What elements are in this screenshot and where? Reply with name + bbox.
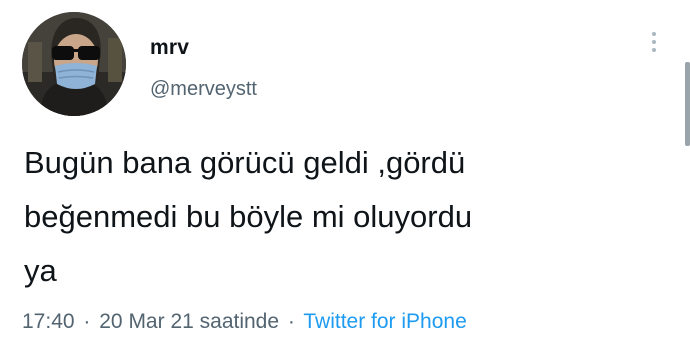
display-name[interactable]: mrv <box>150 36 189 60</box>
tweet-text: Bugün bana görücü geldi ,gördü beğenmedi… <box>24 145 473 288</box>
avatar[interactable] <box>22 12 126 116</box>
user-handle[interactable]: @merveystt <box>150 78 257 101</box>
more-vertical-icon[interactable] <box>648 32 660 60</box>
meta-separator: · <box>287 310 295 333</box>
tweet-card: mrv @merveystt Bugün bana görücü geldi ,… <box>0 0 690 359</box>
tweet-source-link[interactable]: Twitter for iPhone <box>303 310 466 333</box>
tweet-meta: 17:40 · 20 Mar 21 saatinde · Twitter for… <box>22 310 467 334</box>
meta-separator: · <box>83 310 91 333</box>
tweet-time[interactable]: 17:40 <box>22 310 75 333</box>
scrollbar[interactable] <box>685 62 690 146</box>
profile-photo-icon <box>22 12 126 116</box>
tweet-date[interactable]: 20 Mar 21 saatinde <box>99 310 279 333</box>
